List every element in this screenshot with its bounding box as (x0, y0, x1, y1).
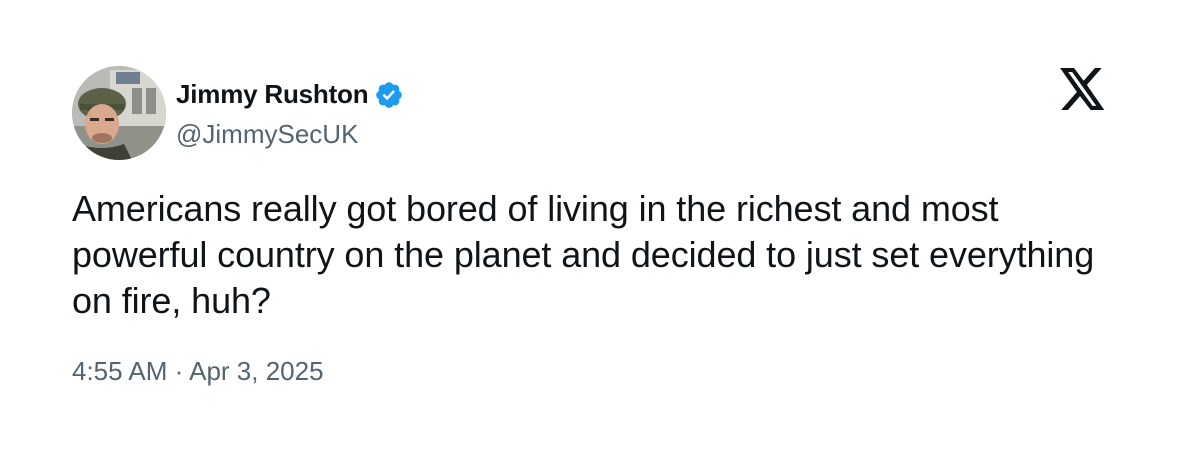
tweet-card: Jimmy Rushton @JimmySecUK Americans real… (0, 0, 1180, 456)
avatar[interactable] (72, 66, 166, 160)
verified-badge-icon[interactable] (374, 80, 404, 110)
tweet-date: Apr 3, 2025 (189, 356, 324, 386)
tweet-timestamp[interactable]: 4:55 AM · Apr 3, 2025 (72, 356, 324, 387)
tweet-text: Americans really got bored of living in … (72, 188, 1095, 321)
name-row: Jimmy Rushton (176, 77, 404, 113)
x-logo-icon[interactable] (1060, 68, 1106, 110)
tweet-time: 4:55 AM (72, 356, 168, 386)
timestamp-separator: · (174, 356, 184, 386)
author-identity: Jimmy Rushton @JimmySecUK (176, 77, 404, 150)
tweet-header: Jimmy Rushton @JimmySecUK (72, 66, 404, 160)
display-name[interactable]: Jimmy Rushton (176, 79, 369, 110)
author-handle[interactable]: @JimmySecUK (176, 119, 404, 150)
avatar-photo (72, 66, 166, 160)
